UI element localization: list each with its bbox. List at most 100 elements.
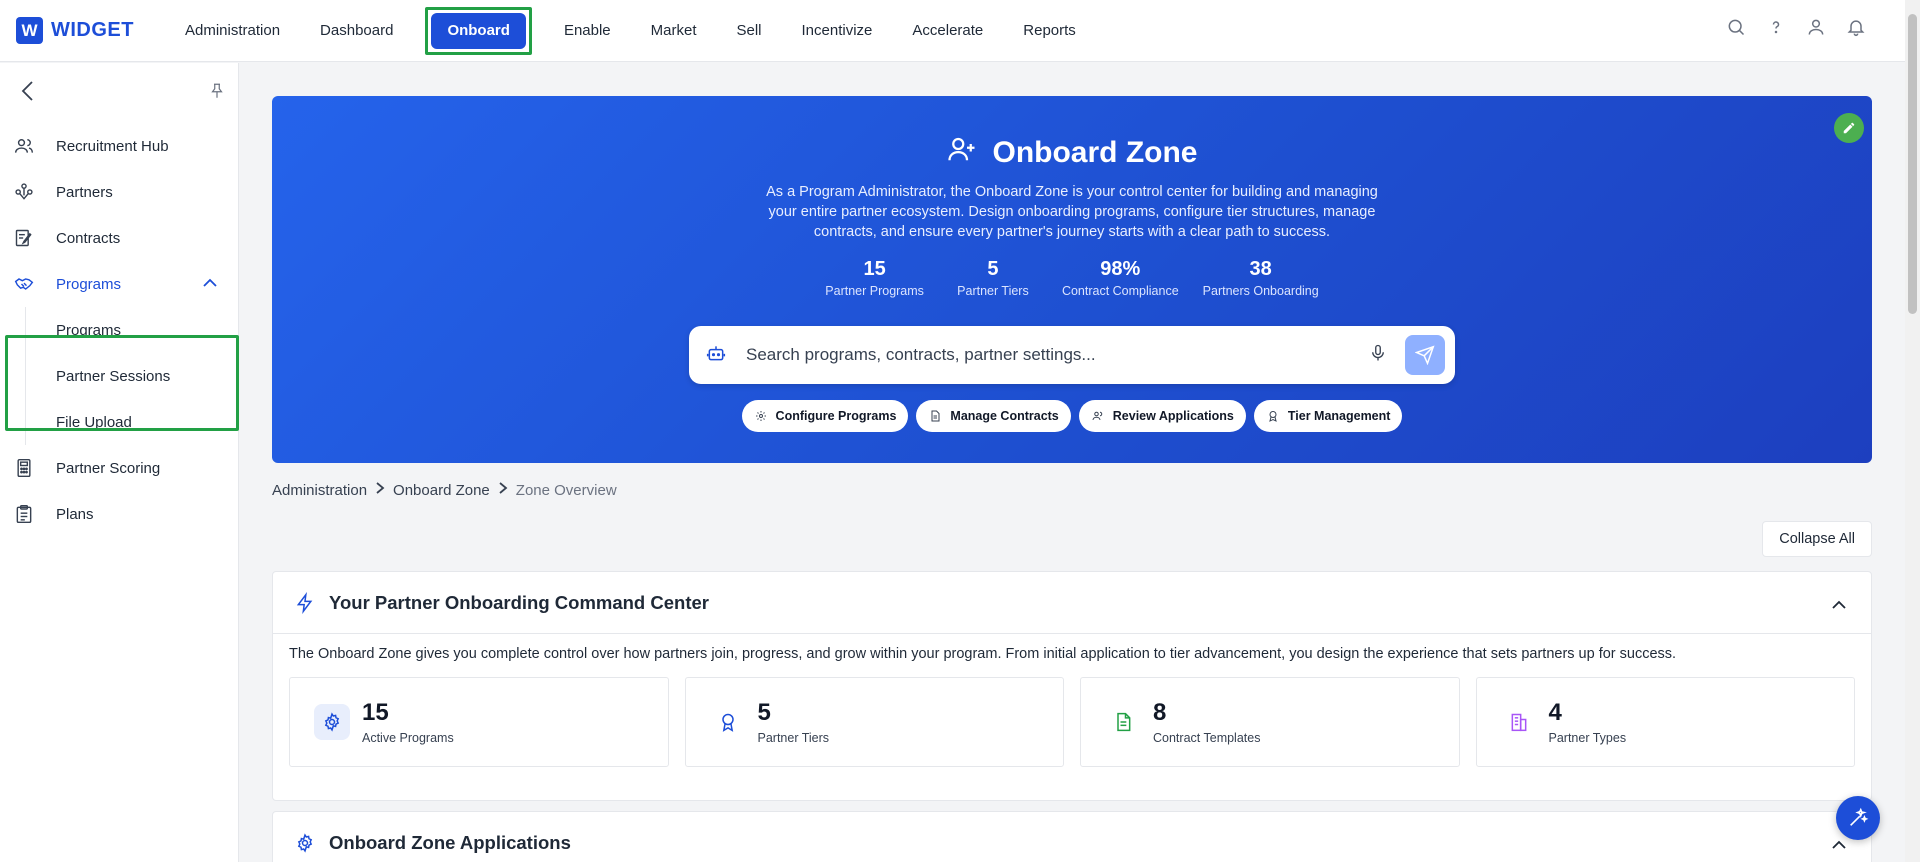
handshake-icon bbox=[14, 274, 34, 294]
partners-icon bbox=[14, 182, 34, 202]
users-icon bbox=[14, 136, 34, 156]
nav-incentivize[interactable]: Incentivize bbox=[782, 11, 893, 51]
chip-manage-contracts[interactable]: Manage Contracts bbox=[916, 400, 1071, 432]
nav-onboard-highlight: Onboard bbox=[425, 6, 532, 55]
gear-icon bbox=[295, 833, 317, 853]
breadcrumb-administration[interactable]: Administration bbox=[272, 482, 367, 499]
chip-review-applications[interactable]: Review Applications bbox=[1078, 400, 1246, 432]
metric-partner-tiers: 5 Partner Tiers bbox=[684, 677, 1064, 767]
document-icon bbox=[1105, 704, 1141, 740]
hero-title: Onboard Zone bbox=[272, 134, 1872, 172]
nav-administration[interactable]: Administration bbox=[165, 11, 300, 51]
search-input[interactable] bbox=[746, 345, 1346, 365]
logo[interactable]: W WIDGET bbox=[16, 17, 134, 44]
search-icon[interactable] bbox=[1725, 16, 1747, 38]
stat-label: Partners Onboarding bbox=[1202, 284, 1319, 298]
add-user-icon bbox=[947, 134, 977, 172]
quick-actions: Configure Programs Manage Contracts Revi… bbox=[272, 400, 1872, 432]
search-bar bbox=[689, 326, 1455, 384]
scrollbar-thumb[interactable] bbox=[1908, 14, 1917, 314]
document-icon bbox=[928, 409, 942, 423]
lightning-icon bbox=[295, 591, 317, 614]
applications-header[interactable]: Onboard Zone Applications bbox=[273, 812, 1871, 862]
metric-value: 5 bbox=[757, 699, 771, 726]
nav-accelerate[interactable]: Accelerate bbox=[892, 11, 1003, 51]
logo-text: WIDGET bbox=[51, 19, 134, 41]
collapse-all-button[interactable]: Collapse All bbox=[1762, 521, 1872, 557]
sidebar-sub-programs[interactable]: Programs bbox=[0, 307, 238, 353]
sidebar-item-contracts[interactable]: Contracts bbox=[0, 215, 238, 261]
nav-sell[interactable]: Sell bbox=[717, 11, 782, 51]
sidebar-item-label: Contracts bbox=[56, 229, 121, 247]
chevron-up-icon[interactable] bbox=[202, 276, 218, 293]
chip-label: Tier Management bbox=[1287, 409, 1391, 423]
chip-label: Manage Contracts bbox=[950, 409, 1059, 423]
metric-label: Partner Tiers bbox=[757, 731, 830, 745]
nav-items: Administration Dashboard Onboard Enable … bbox=[165, 6, 1096, 55]
metrics-row: 15 Active Programs 5 Partner Tiers 8 Contra… bbox=[273, 662, 1871, 767]
sidebar-item-partners[interactable]: Partners bbox=[0, 169, 238, 215]
nav-market[interactable]: Market bbox=[631, 11, 717, 51]
stat-contract-compliance: 98% Contract Compliance bbox=[1062, 258, 1179, 298]
chevron-up-icon[interactable] bbox=[1831, 834, 1847, 856]
ai-assistant-button[interactable] bbox=[1836, 796, 1880, 840]
microphone-icon[interactable] bbox=[1369, 343, 1387, 368]
award-icon bbox=[1266, 409, 1280, 423]
bot-icon bbox=[706, 343, 726, 368]
chevron-right-icon bbox=[498, 481, 508, 499]
metric-partner-types: 4 Partner Types bbox=[1475, 677, 1855, 767]
command-center-header[interactable]: Your Partner Onboarding Command Center bbox=[273, 572, 1871, 634]
nav-onboard[interactable]: Onboard bbox=[431, 12, 526, 49]
vertical-scrollbar[interactable] bbox=[1905, 0, 1920, 862]
nav-onboard-wrapper: Onboard bbox=[413, 6, 544, 55]
calculator-icon bbox=[14, 458, 34, 478]
hero-description: As a Program Administrator, the Onboard … bbox=[766, 184, 1378, 240]
chip-configure-programs[interactable]: Configure Programs bbox=[741, 400, 909, 432]
command-center-title: Your Partner Onboarding Command Center bbox=[329, 591, 709, 613]
user-icon[interactable] bbox=[1805, 16, 1827, 38]
bell-icon[interactable] bbox=[1845, 16, 1867, 38]
send-button[interactable] bbox=[1405, 335, 1445, 375]
metric-label: Contract Templates bbox=[1153, 731, 1261, 745]
main-content: Onboard Zone As a Program Administrator,… bbox=[240, 63, 1905, 862]
sidebar-item-label: Partner Scoring bbox=[56, 459, 161, 477]
stat-label: Partner Tiers bbox=[957, 284, 1029, 298]
chip-tier-management[interactable]: Tier Management bbox=[1253, 400, 1403, 432]
hero-banner: Onboard Zone As a Program Administrator,… bbox=[272, 96, 1872, 463]
chevron-up-icon[interactable] bbox=[1831, 594, 1847, 616]
building-icon bbox=[1501, 704, 1537, 740]
users-icon bbox=[1091, 409, 1105, 423]
stat-value: 5 bbox=[987, 258, 999, 280]
help-icon[interactable] bbox=[1765, 16, 1787, 38]
sidebar-sub-file-upload[interactable]: File Upload bbox=[0, 399, 238, 445]
stat-value: 15 bbox=[863, 258, 886, 280]
sidebar-item-recruitment-hub[interactable]: Recruitment Hub bbox=[0, 123, 238, 169]
top-icons bbox=[1725, 16, 1867, 38]
sidebar-item-programs[interactable]: Programs bbox=[0, 261, 238, 307]
nav-enable[interactable]: Enable bbox=[544, 11, 631, 51]
logo-mark: W bbox=[16, 17, 43, 44]
sidebar-item-partner-scoring[interactable]: Partner Scoring bbox=[0, 445, 238, 491]
stat-label: Partner Programs bbox=[825, 284, 924, 298]
command-center-description: The Onboard Zone gives you complete cont… bbox=[289, 646, 1677, 662]
nav-reports[interactable]: Reports bbox=[1003, 11, 1096, 51]
chip-label: Configure Programs bbox=[775, 409, 897, 423]
breadcrumb-onboard-zone[interactable]: Onboard Zone bbox=[393, 482, 490, 499]
stat-value: 38 bbox=[1249, 258, 1272, 280]
pin-icon[interactable] bbox=[208, 80, 226, 107]
stat-partner-programs: 15 Partner Programs bbox=[825, 258, 924, 298]
nav-dashboard[interactable]: Dashboard bbox=[300, 11, 413, 51]
metric-label: Active Programs bbox=[362, 731, 454, 745]
sidebar-item-plans[interactable]: Plans bbox=[0, 491, 238, 537]
stat-label: Contract Compliance bbox=[1061, 284, 1179, 298]
applications-card: Onboard Zone Applications bbox=[272, 811, 1872, 862]
contract-icon bbox=[14, 228, 34, 248]
stat-partner-tiers: 5 Partner Tiers bbox=[948, 258, 1038, 298]
stat-value: 98% bbox=[1100, 258, 1141, 280]
hero-title-text: Onboard Zone bbox=[992, 136, 1198, 169]
programs-submenu: Programs Partner Sessions File Upload bbox=[0, 307, 238, 445]
back-icon[interactable] bbox=[18, 79, 38, 108]
sidebar-item-label: Plans bbox=[56, 505, 94, 523]
sidebar-sub-partner-sessions[interactable]: Partner Sessions bbox=[0, 353, 238, 399]
stat-partners-onboarding: 38 Partners Onboarding bbox=[1203, 258, 1319, 298]
